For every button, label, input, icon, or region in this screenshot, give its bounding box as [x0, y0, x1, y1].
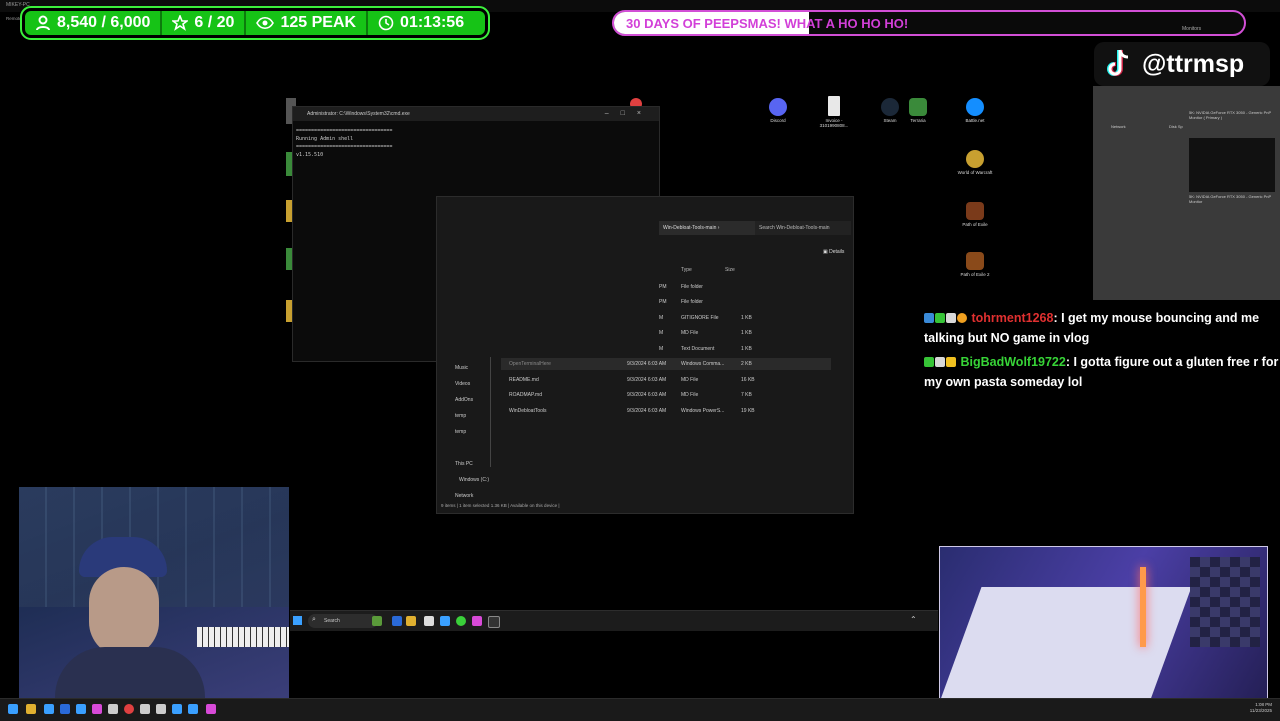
- badge-icon: [957, 313, 967, 323]
- app-icon[interactable]: [76, 704, 86, 714]
- search-icon: ⌕: [312, 616, 316, 623]
- app-icon[interactable]: [44, 704, 54, 714]
- badge-icon: [946, 357, 956, 367]
- table-row[interactable]: WinDebloatTools 9/3/2024 6:03 AM Windows P…: [501, 405, 831, 417]
- col-size-header[interactable]: Size: [725, 267, 735, 273]
- chrome-icon[interactable]: [456, 616, 466, 626]
- badge-icon: [924, 357, 934, 367]
- chat-overlay: tohrment1268: I get my mouse bouncing an…: [924, 308, 1280, 392]
- app-icon[interactable]: [206, 704, 216, 714]
- streamer-webcam: [19, 487, 289, 700]
- table-row[interactable]: M MD File 1 KB: [501, 327, 831, 339]
- app-icon[interactable]: [60, 704, 70, 714]
- cmd-output: ================================ Running…: [296, 128, 393, 158]
- app-icon[interactable]: [188, 704, 198, 714]
- chevron-up-icon[interactable]: ⌃: [910, 615, 917, 624]
- app-icon[interactable]: [108, 704, 118, 714]
- status-bar: 9 items | 1 item selected 1.36 KB | Avai…: [441, 503, 560, 508]
- tiktok-overlay: @ttrmsp: [1094, 42, 1270, 86]
- cmd-titlebar[interactable]: Administrator: C:\Windows\System32\cmd.e…: [293, 107, 659, 121]
- chat-message: BigBadWolf19722: I gotta figure out a gl…: [924, 355, 1279, 389]
- details-button[interactable]: ▣ Details: [823, 249, 844, 255]
- system-clock[interactable]: 1:08 PM 11/23/2025: [1250, 702, 1272, 714]
- app-icon[interactable]: [372, 616, 382, 626]
- badge-icon: [946, 313, 956, 323]
- file-explorer-window[interactable]: Win-Debloat-Tools-main › Search Win-Debl…: [436, 196, 854, 514]
- chat-message: tohrment1268: I get my mouse bouncing an…: [924, 311, 1260, 345]
- disk-label: Disk Sp: [1169, 124, 1183, 129]
- app-icon[interactable]: [440, 616, 450, 626]
- desktop-icon-battlenet[interactable]: Battle.net: [957, 98, 993, 123]
- badge-icon: [935, 357, 945, 367]
- star-icon: [172, 15, 189, 31]
- eye-icon: [256, 16, 275, 30]
- person-icon: [36, 15, 50, 31]
- room-webcam: [939, 546, 1268, 702]
- peak-stat: 125 PEAK: [246, 11, 369, 35]
- col-type-header[interactable]: Type: [681, 267, 692, 273]
- tiktok-logo-icon: [1107, 49, 1129, 76]
- app-icon[interactable]: [140, 704, 150, 714]
- folder-icon[interactable]: [406, 616, 416, 626]
- network-label: Network: [1111, 124, 1126, 129]
- nav-splitter[interactable]: [490, 357, 491, 467]
- terminal-icon[interactable]: [488, 616, 500, 628]
- banner-text: 30 DAYS OF PEEPSMAS! WHAT A HO HO HO!: [626, 16, 909, 31]
- stream-stats-bar: 8,540 / 6,000 6 / 20 125 PEAK 01:13:56: [20, 6, 490, 40]
- nav-item-videos[interactable]: Videos: [455, 381, 470, 387]
- window-controls[interactable]: –□×: [605, 110, 653, 117]
- app-icon[interactable]: [472, 616, 482, 626]
- nav-item-temp[interactable]: temp: [455, 413, 466, 419]
- app-icon[interactable]: [92, 704, 102, 714]
- desktop-icon-terraria[interactable]: Terraria: [900, 98, 936, 123]
- host-taskbar: 1:08 PM 11/23/2025: [0, 698, 1280, 721]
- desktop-icon-poe[interactable]: Path of Exile: [957, 202, 993, 227]
- app-icon[interactable]: [424, 616, 434, 626]
- event-banner: 30 DAYS OF PEEPSMAS! WHAT A HO HO HO! Mo…: [612, 10, 1246, 36]
- clock-icon: [378, 15, 394, 31]
- badge-icon: [924, 313, 934, 323]
- explorer-search-input[interactable]: Search Win-Debloat-Tools-main: [755, 221, 851, 235]
- app-icon[interactable]: [392, 616, 402, 626]
- table-row[interactable]: PM File folder: [501, 281, 831, 293]
- gpu-secondary-label: 5K: NVIDIA GeForce RTX 3050 - Generic Pn…: [1189, 194, 1272, 204]
- nav-item-windows-c[interactable]: Windows (C:): [459, 477, 489, 483]
- table-row[interactable]: README.md 9/3/2024 6:03 AM MD File 16 KB: [501, 374, 831, 386]
- nav-item-temp2[interactable]: temp: [455, 429, 466, 435]
- chrome-icon[interactable]: [124, 704, 134, 714]
- table-row[interactable]: PM File folder: [501, 296, 831, 308]
- table-row[interactable]: M Text Document 1 KB: [501, 343, 831, 355]
- app-icon[interactable]: [172, 704, 182, 714]
- subs-stat: 6 / 20: [162, 11, 247, 35]
- nav-item-this-pc[interactable]: This PC: [455, 461, 473, 467]
- system-monitor-widget: Network Disk Sp 5K: NVIDIA GeForce RTX 3…: [1093, 86, 1280, 300]
- desktop-icon-invoice[interactable]: Invoice - 3101990808...: [816, 96, 852, 128]
- nav-item-network[interactable]: Network: [455, 493, 473, 499]
- breadcrumb[interactable]: Win-Debloat-Tools-main ›: [659, 221, 759, 235]
- monitor-preview: [1189, 138, 1275, 192]
- timer-stat: 01:13:56: [368, 11, 474, 35]
- monitors-label: Monitors: [1182, 26, 1202, 32]
- start-icon[interactable]: [8, 704, 18, 714]
- points-stat: 8,540 / 6,000: [25, 11, 163, 35]
- pc-name: MIKEY-PC: [6, 2, 30, 8]
- start-icon[interactable]: [293, 616, 302, 625]
- table-row-selected[interactable]: OpenTerminalHere 9/3/2024 6:03 AM Windows …: [501, 358, 831, 370]
- badge-icon: [935, 313, 945, 323]
- gpu-primary-label: 5K: NVIDIA GeForce RTX 3050 - Generic Pn…: [1189, 110, 1272, 120]
- nav-item-music[interactable]: Music: [455, 365, 468, 371]
- desktop-icon-wow[interactable]: World of Warcraft: [957, 150, 993, 175]
- remote-taskbar: Search ⌕ ⌃: [290, 610, 938, 631]
- desktop-icon-poe2[interactable]: Path of Exile 2: [957, 252, 993, 277]
- table-row[interactable]: M GITIGNORE File 1 KB: [501, 312, 831, 324]
- desktop-icon-discord[interactable]: Discord: [760, 98, 796, 123]
- tiktok-handle: @ttrmsp: [1142, 49, 1245, 78]
- search-input[interactable]: Search: [308, 614, 378, 628]
- nav-item-addons[interactable]: AddOns: [455, 397, 473, 403]
- app-icon[interactable]: [156, 704, 166, 714]
- table-row[interactable]: ROADMAP.md 9/3/2024 6:03 AM MD File 7 KB: [501, 389, 831, 401]
- folder-icon[interactable]: [26, 704, 36, 714]
